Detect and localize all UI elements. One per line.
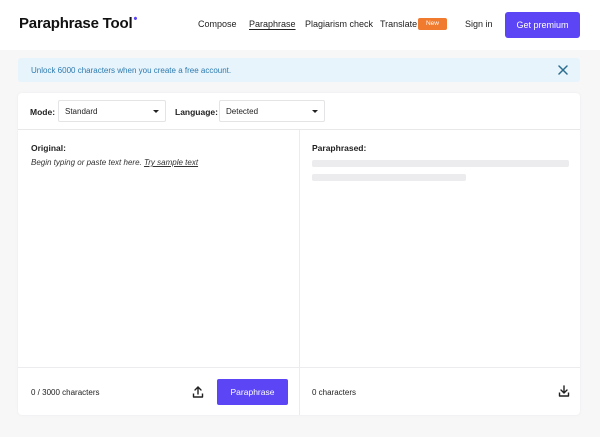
- loading-skeleton-line: [312, 174, 466, 181]
- chevron-down-icon: [153, 110, 159, 113]
- language-select[interactable]: Detected: [219, 100, 325, 122]
- settings-toolbar: Mode: Standard Language: Detected: [18, 93, 580, 130]
- get-premium-button[interactable]: Get premium: [505, 12, 580, 38]
- download-icon[interactable]: [557, 384, 571, 398]
- close-icon[interactable]: [558, 65, 568, 75]
- chevron-down-icon: [312, 110, 318, 113]
- logo-text: Paraphrase Tool: [19, 15, 133, 32]
- loading-skeleton-line: [312, 160, 569, 167]
- original-text-input[interactable]: Begin typing or paste text here. Try sam…: [31, 158, 198, 167]
- mode-label: Mode:: [30, 107, 56, 117]
- original-title: Original:: [31, 143, 66, 153]
- paraphrased-character-count: 0 characters: [312, 388, 357, 397]
- sign-in-link[interactable]: Sign in: [465, 19, 493, 29]
- new-badge: New: [418, 18, 447, 30]
- language-value: Detected: [226, 107, 259, 116]
- upload-icon[interactable]: [191, 385, 205, 399]
- footer-divider: [18, 367, 580, 368]
- mode-value: Standard: [65, 107, 98, 116]
- input-placeholder: Begin typing or paste text here.: [31, 158, 142, 167]
- try-sample-text-link[interactable]: Try sample text: [144, 158, 198, 167]
- banner-text: Unlock 6000 characters when you create a…: [31, 66, 232, 75]
- paraphrase-card: Mode: Standard Language: Detected Origin…: [18, 93, 580, 415]
- signup-banner: Unlock 6000 characters when you create a…: [18, 58, 580, 82]
- nav-compose[interactable]: Compose: [198, 19, 237, 29]
- top-navigation-bar: Paraphrase Tool• Compose Paraphrase Plag…: [0, 0, 600, 50]
- nav-translate[interactable]: Translate: [380, 19, 417, 29]
- nav-plagiarism-check[interactable]: Plagiarism check: [305, 19, 373, 29]
- pane-divider: [299, 130, 300, 415]
- nav-paraphrase[interactable]: Paraphrase: [249, 19, 296, 29]
- mode-select[interactable]: Standard: [58, 100, 166, 122]
- logo[interactable]: Paraphrase Tool•: [19, 13, 138, 32]
- language-label: Language:: [175, 107, 218, 117]
- logo-dot: •: [133, 13, 138, 25]
- original-character-count: 0 / 3000 characters: [31, 388, 100, 397]
- paraphrased-title: Paraphrased:: [312, 143, 367, 153]
- paraphrase-button[interactable]: Paraphrase: [217, 379, 288, 405]
